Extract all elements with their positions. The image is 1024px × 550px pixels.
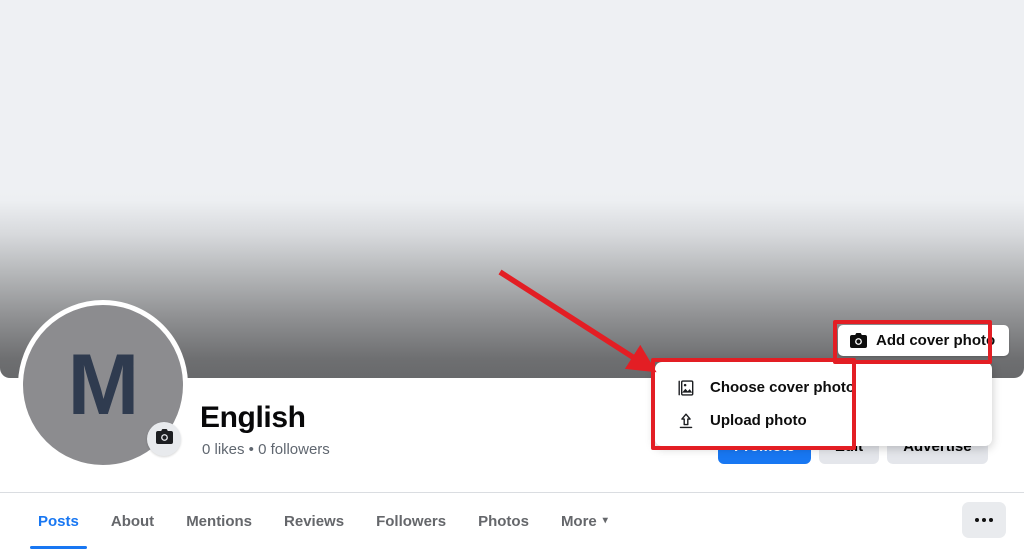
page-stats: 0 likes • 0 followers — [202, 441, 330, 458]
tab-mentions[interactable]: Mentions — [170, 493, 268, 549]
tab-label: More — [560, 512, 597, 530]
more-options-button[interactable] — [962, 502, 1006, 538]
tab-followers[interactable]: Followers — [360, 493, 462, 549]
ellipsis-icon — [975, 518, 979, 522]
avatar-initial: M — [67, 337, 140, 433]
avatar-camera-button[interactable] — [147, 422, 181, 456]
tab-photos[interactable]: Photos — [462, 493, 545, 549]
tab-label: Mentions — [186, 512, 253, 530]
tab-label: Followers — [376, 512, 447, 530]
tab-reviews[interactable]: Reviews — [268, 493, 360, 549]
annotation-box-menu-items — [651, 358, 856, 450]
tab-label: Reviews — [284, 512, 345, 530]
chevron-down-icon: ▾ — [602, 515, 608, 526]
ellipsis-icon — [982, 518, 986, 522]
tab-label: Posts — [38, 512, 79, 530]
annotation-box-add-cover — [833, 320, 992, 364]
page-tab-bar: Posts About Mentions Reviews Followers P… — [0, 492, 1024, 550]
tab-list: Posts About Mentions Reviews Followers P… — [22, 493, 624, 549]
tab-label: About — [110, 512, 155, 530]
avatar[interactable]: M — [18, 300, 188, 470]
ellipsis-icon — [989, 518, 993, 522]
facebook-page-profile: Add cover photo Choose cover photo Uploa… — [0, 0, 1024, 550]
tab-more[interactable]: More ▾ — [545, 493, 624, 549]
tab-label: Photos — [478, 512, 529, 530]
page-title: English — [200, 401, 306, 434]
tab-posts[interactable]: Posts — [22, 493, 95, 549]
tab-about[interactable]: About — [95, 493, 170, 549]
camera-icon — [155, 429, 173, 449]
